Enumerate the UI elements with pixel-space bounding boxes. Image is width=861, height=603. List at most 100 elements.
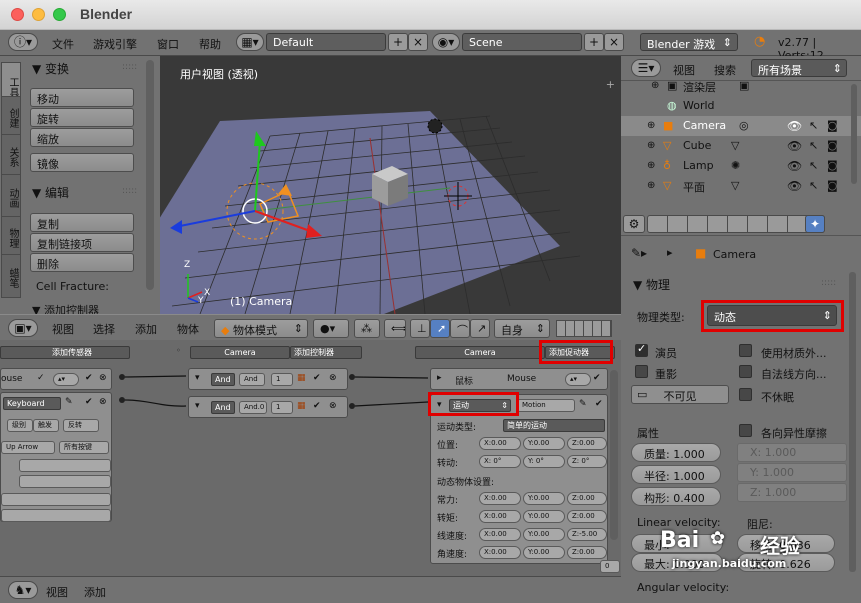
invisible-button[interactable]: ▭ 不可见 — [631, 385, 729, 404]
layers-grid[interactable] — [556, 320, 612, 337]
rotate-button[interactable]: 旋转 — [30, 108, 134, 127]
tab-physics[interactable]: 物理 — [1, 216, 21, 256]
anisotropic-checkbox[interactable] — [739, 424, 752, 437]
priority-icon[interactable]: ▦ — [297, 401, 306, 411]
no-sleep-checkbox[interactable] — [739, 388, 752, 401]
cube-object[interactable] — [372, 166, 408, 206]
outliner-row-renderlayers[interactable]: ⊕ ▣ 渲染层 ▣ — [621, 76, 861, 96]
scene-icon[interactable]: ◉▾ — [432, 33, 460, 51]
loc-y-field[interactable]: Y:0.00 — [523, 437, 565, 450]
select-cursor-icon[interactable]: ↖ — [809, 179, 818, 192]
force-y-field[interactable]: Y:0.00 — [523, 492, 565, 505]
menu-add[interactable]: 添加 — [135, 321, 157, 337]
render-camera-icon[interactable]: ◙ — [827, 159, 838, 172]
render-camera-icon[interactable]: ◙ — [827, 139, 838, 152]
controller-name-field[interactable]: And — [239, 373, 265, 386]
controller-enable-icon[interactable]: ✔ — [313, 401, 321, 411]
scale-button[interactable]: 缩放 — [30, 128, 134, 147]
tab-create[interactable]: 创建 — [1, 96, 21, 136]
radius-field[interactable]: 半径: 1.000 — [631, 465, 721, 484]
outliner-editor-icon[interactable]: ☰▾ — [631, 59, 661, 77]
footer-menu-add[interactable]: 添加 — [84, 584, 106, 600]
delete-button[interactable]: 删除 — [30, 253, 134, 272]
3d-viewport[interactable]: 用户视图 (透视) (1) Camera Z X Y + — [160, 56, 621, 314]
remove-scene-icon[interactable]: × — [604, 33, 624, 51]
menu-object[interactable]: 物体 — [177, 321, 199, 337]
collapse-arrow-icon[interactable]: ▾ — [195, 401, 200, 411]
3d-view-editor-icon[interactable]: ▣▾ — [8, 319, 38, 337]
actor-checkbox[interactable]: ✓ — [635, 342, 648, 357]
pivot-select[interactable]: ⁂ — [354, 319, 380, 338]
menu-select[interactable]: 选择 — [93, 321, 115, 337]
screen-layout-field[interactable]: Default — [266, 33, 386, 51]
mouse-actuator[interactable]: ▸ 鼠标 Mouse ▴▾ ✔ — [430, 368, 608, 390]
logic-zoom-field[interactable]: 0 — [600, 560, 620, 573]
rot-x-field[interactable]: X: 0° — [479, 455, 521, 468]
outliner-row-plane[interactable]: ⊕ ▽ 平面 ▽ 👁 ↖ ◙ — [621, 176, 861, 196]
tab-relations[interactable]: 关系 — [1, 134, 21, 176]
manipulator-toggle[interactable]: ⟺ — [384, 319, 406, 338]
visibility-eye-icon[interactable]: 👁 — [787, 139, 802, 153]
mirror-button[interactable]: 镜像 — [30, 153, 134, 172]
expand-arrow-icon[interactable]: ▸ — [437, 373, 442, 383]
visibility-eye-icon[interactable]: 👁 — [787, 179, 802, 193]
and-controller-2[interactable]: ▾ And And.0 1 ▦ ✔ ⊗ — [188, 396, 348, 418]
outliner-filter-select[interactable]: 所有场景 ⇕ — [751, 59, 847, 77]
rot-y-field[interactable]: Y: 0° — [523, 455, 565, 468]
controller-state-field[interactable]: 1 — [271, 373, 293, 386]
force-z-field[interactable]: Z:0.00 — [567, 492, 607, 505]
outliner-scrollbar[interactable] — [851, 84, 857, 184]
visibility-eye-icon[interactable]: 👁 — [787, 119, 802, 133]
priority-icon[interactable]: ▦ — [297, 373, 306, 383]
tab-animation[interactable]: 动画 — [1, 174, 21, 218]
menu-file[interactable]: 文件 — [52, 36, 74, 52]
close-window-button[interactable] — [11, 8, 24, 21]
manipulator-arrow-icon[interactable]: ↗ — [470, 319, 490, 338]
expand-icon[interactable]: ⊕ — [647, 180, 655, 191]
use-material-checkbox[interactable] — [739, 344, 752, 357]
zoom-window-button[interactable] — [53, 8, 66, 21]
physics-tab-icon[interactable]: ✦ — [805, 215, 825, 233]
properties-context-tabs[interactable] — [647, 215, 825, 233]
render-engine-select[interactable]: Blender 游戏 ⇕ — [640, 33, 738, 51]
render-camera-icon[interactable]: ◙ — [827, 179, 838, 192]
lamp-object[interactable] — [427, 118, 443, 134]
motion-type-select[interactable]: 简单的运动 — [503, 419, 605, 432]
footer-menu-view[interactable]: 视图 — [46, 584, 68, 600]
torque-x-field[interactable]: X:0.00 — [479, 510, 521, 523]
loc-z-field[interactable]: Z:0.00 — [567, 437, 607, 450]
edit-header[interactable]: ▼ 编辑 — [32, 184, 69, 201]
logic-editor-type-icon[interactable]: ♞▾ — [8, 581, 38, 599]
info-editor-type-button[interactable]: ⓘ▾ — [8, 33, 38, 51]
transform-header[interactable]: ▼ 变换 — [32, 60, 69, 77]
collapse-arrow-icon[interactable]: ▾ — [195, 373, 200, 383]
minimize-window-button[interactable] — [32, 8, 45, 21]
controller-enable-icon[interactable]: ✔ — [313, 373, 321, 383]
remove-layout-icon[interactable]: × — [408, 33, 428, 51]
tab-grease-pencil[interactable]: 蜡笔 — [1, 254, 21, 298]
angvel-y-field[interactable]: Y:0.00 — [523, 546, 565, 559]
screen-layout-icon[interactable]: ▦▾ — [236, 33, 264, 51]
linvel-y-field[interactable]: Y:0.00 — [523, 528, 565, 541]
physics-panel-header[interactable]: ▼ 物理 — [633, 276, 670, 293]
tool-shelf-scrollbar[interactable] — [146, 60, 154, 290]
visibility-eye-icon[interactable]: 👁 — [787, 159, 802, 173]
menu-game-engine[interactable]: 游戏引擎 — [93, 36, 137, 52]
add-layout-icon[interactable]: + — [388, 33, 408, 51]
form-factor-field[interactable]: 构形: 0.400 — [631, 487, 721, 506]
controller-type-select[interactable]: And — [211, 401, 235, 414]
ghost-checkbox[interactable] — [635, 365, 648, 378]
pin-icon[interactable]: ✎ — [579, 399, 587, 409]
rot-z-field[interactable]: Z: 0° — [567, 455, 607, 468]
controller-remove-icon[interactable]: ⊗ — [329, 401, 337, 411]
select-cursor-icon[interactable]: ↖ — [809, 139, 818, 152]
viewport-plus-icon[interactable]: + — [606, 78, 615, 91]
orientation-select[interactable]: 自身 ⇕ — [494, 319, 550, 338]
controller-type-select[interactable]: And — [211, 373, 235, 386]
properties-scrollbar[interactable] — [849, 272, 856, 572]
context-pin-icon[interactable]: ✎▸ — [631, 246, 647, 260]
menu-view[interactable]: 视图 — [52, 321, 74, 337]
loc-x-field[interactable]: X:0.00 — [479, 437, 521, 450]
menu-help[interactable]: 帮助 — [199, 36, 221, 52]
properties-editor-icon[interactable]: ⚙ — [623, 215, 645, 233]
